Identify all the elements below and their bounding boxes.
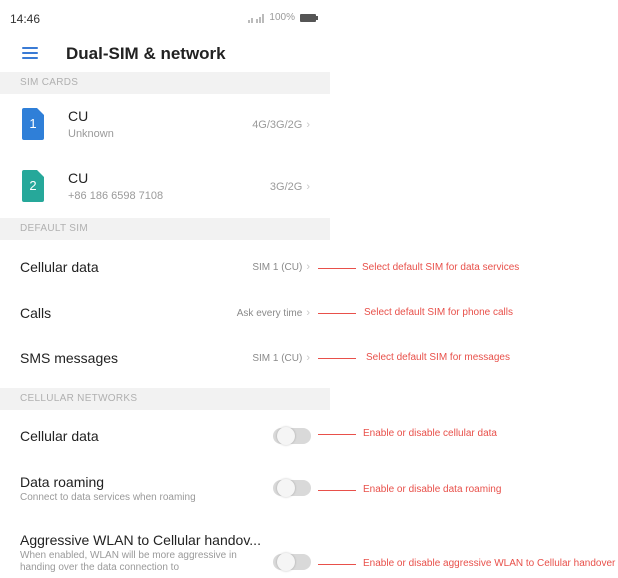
row-title: Calls	[20, 305, 52, 321]
data-roaming-toggle[interactable]	[273, 479, 311, 497]
status-indicators: 100%	[248, 12, 318, 23]
chevron-right-icon: ›	[306, 261, 310, 273]
default-calls-row[interactable]: Calls Ask every time ›	[0, 291, 330, 335]
callout-calls: Select default SIM for phone calls	[318, 307, 618, 319]
cellular-data-toggle[interactable]	[273, 427, 311, 445]
chevron-right-icon: ›	[306, 352, 310, 364]
sim-network-mode: 3G/2G ›	[269, 181, 310, 193]
status-bar: 14:46 100%	[0, 0, 330, 34]
callout-text: Enable or disable aggressive WLAN to Cel…	[363, 558, 616, 569]
row-title: Cellular data	[20, 259, 99, 275]
row-value: SIM 1 (CU) ›	[252, 352, 310, 364]
battery-percent: 100%	[269, 12, 295, 23]
section-label: CELLULAR NETWORKS	[20, 393, 138, 404]
row-title: Aggressive WLAN to Cellular handov...	[20, 532, 261, 548]
signal-icon	[248, 13, 265, 23]
row-value: Ask every time ›	[236, 307, 310, 319]
cellular-data-toggle-row[interactable]: Cellular data	[0, 414, 330, 458]
callout-text: Select default SIM for data services	[362, 262, 520, 273]
row-title: SMS messages	[20, 350, 119, 366]
row-subtitle: Connect to data services when roaming	[20, 492, 196, 503]
sim-name: CU	[68, 170, 89, 186]
section-label: SIM CARDS	[20, 77, 79, 88]
callout-sms: Select default SIM for messages	[318, 352, 618, 364]
sim-detail: Unknown	[68, 128, 114, 140]
data-roaming-toggle-row[interactable]: Data roaming Connect to data services wh…	[0, 462, 330, 514]
callout-roaming-toggle: Enable or disable data roaming	[318, 484, 618, 496]
chevron-right-icon: ›	[306, 307, 310, 319]
sim-card-1-row[interactable]: 1 CU Unknown 4G/3G/2G ›	[0, 94, 330, 156]
section-header-default-sim: DEFAULT SIM	[0, 218, 330, 240]
callout-wlan-toggle: Enable or disable aggressive WLAN to Cel…	[318, 558, 618, 570]
page-title: Dual-SIM & network	[66, 44, 226, 63]
default-sms-row[interactable]: SMS messages SIM 1 (CU) ›	[0, 336, 330, 380]
row-value: SIM 1 (CU) ›	[252, 261, 310, 273]
row-title: Data roaming	[20, 474, 105, 490]
callout-text: Enable or disable data roaming	[363, 484, 502, 495]
section-header-sim-cards: SIM CARDS	[0, 72, 330, 94]
app-bar: Dual-SIM & network	[0, 34, 330, 72]
toggle-knob	[277, 553, 295, 571]
sim-network-mode: 4G/3G/2G ›	[252, 119, 310, 131]
callout-cellular-toggle: Enable or disable cellular data	[318, 428, 618, 440]
default-cellular-data-row[interactable]: Cellular data SIM 1 (CU) ›	[0, 245, 330, 289]
section-header-cellular-networks: CELLULAR NETWORKS	[0, 388, 330, 410]
chevron-right-icon: ›	[306, 119, 310, 131]
sim-slot-number: 1	[29, 116, 37, 131]
chevron-right-icon: ›	[306, 181, 310, 193]
sim-name: CU	[68, 108, 89, 124]
callout-cellular-data: Select default SIM for data services	[318, 262, 618, 274]
callout-text: Select default SIM for messages	[366, 352, 510, 363]
row-subtitle: When enabled, WLAN will be more aggressi…	[20, 550, 237, 573]
status-time: 14:46	[10, 12, 41, 26]
toggle-knob	[277, 427, 295, 445]
phone-screen: 14:46 100% Dual-SIM & network SIM CARDS …	[0, 0, 330, 578]
sim-detail: +86 186 6598 7108	[68, 190, 164, 202]
sim-card-2-row[interactable]: 2 CU +86 186 6598 7108 3G/2G ›	[0, 156, 330, 218]
sim-card-icon: 2	[22, 170, 44, 202]
callout-text: Select default SIM for phone calls	[364, 307, 513, 318]
menu-icon[interactable]	[22, 47, 38, 59]
sim-card-icon: 1	[22, 108, 44, 140]
toggle-knob	[277, 479, 295, 497]
callout-text: Enable or disable cellular data	[363, 428, 497, 439]
battery-icon	[300, 13, 318, 22]
sim-slot-number: 2	[29, 178, 37, 193]
section-label: DEFAULT SIM	[20, 223, 88, 234]
row-title: Cellular data	[20, 428, 99, 444]
aggressive-wlan-toggle[interactable]	[273, 553, 311, 571]
aggressive-wlan-toggle-row[interactable]: Aggressive WLAN to Cellular handov... Wh…	[0, 518, 330, 578]
